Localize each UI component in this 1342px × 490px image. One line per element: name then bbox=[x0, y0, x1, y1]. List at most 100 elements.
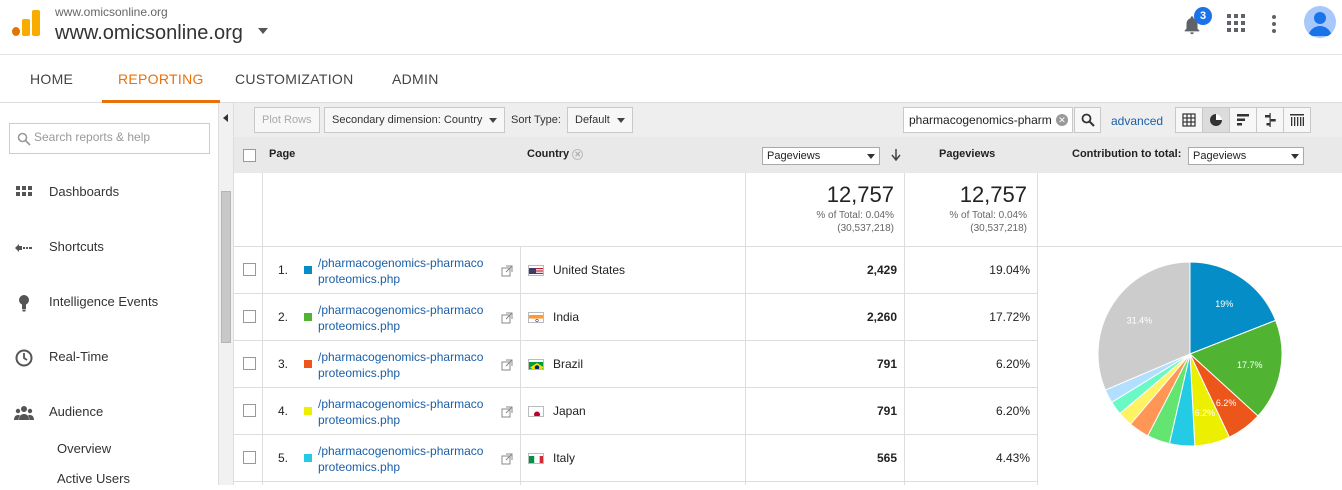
sidebar-subitem-active-users[interactable]: Active Users bbox=[57, 471, 130, 486]
row-checkbox[interactable] bbox=[243, 263, 256, 276]
advanced-filter-link[interactable]: advanced bbox=[1111, 114, 1163, 128]
page-link[interactable]: /pharmacogenomics-pharmaco proteomics.php bbox=[318, 396, 503, 428]
country-name: Brazil bbox=[553, 357, 584, 371]
contribution-pie-chart: 19% 17.7% 6.2% 6.2% 31.4% bbox=[1038, 247, 1342, 485]
view-table-button[interactable] bbox=[1175, 107, 1203, 133]
sidebar-item-intelligence-events[interactable]: Intelligence Events bbox=[0, 283, 218, 323]
tab-home[interactable]: HOME bbox=[30, 55, 73, 103]
sidebar-subitem-overview[interactable]: Overview bbox=[57, 441, 111, 456]
secondary-dimension-label: Secondary dimension: Country bbox=[332, 114, 483, 126]
avatar[interactable] bbox=[1304, 6, 1336, 38]
column-header-page[interactable]: Page bbox=[269, 148, 295, 160]
row-number: 2. bbox=[278, 310, 289, 324]
sort-type-select[interactable]: Default bbox=[567, 107, 633, 133]
analytics-logo-icon[interactable] bbox=[12, 10, 40, 36]
series-color-swatch bbox=[304, 313, 312, 321]
table-row: 3. /pharmacogenomics-pharmaco proteomics.p… bbox=[234, 341, 1038, 388]
sidebar-item-dashboards[interactable]: Dashboards bbox=[0, 173, 218, 213]
column-header-country-label: Country bbox=[527, 148, 570, 160]
collapse-sidebar-icon[interactable] bbox=[223, 114, 228, 122]
search-input[interactable] bbox=[34, 130, 204, 144]
page-link[interactable]: /pharmacogenomics-pharmaco proteomics.php bbox=[318, 443, 503, 475]
filter-search-button[interactable] bbox=[1074, 107, 1101, 133]
plot-rows-button[interactable]: Plot Rows bbox=[254, 107, 320, 133]
contribution-select[interactable]: Pageviews bbox=[1188, 147, 1304, 165]
sidebar-item-label: Intelligence Events bbox=[49, 294, 159, 309]
column-header-country[interactable]: Country ✕ bbox=[527, 148, 584, 160]
chevron-down-icon bbox=[616, 117, 625, 123]
total-pageviews: 12,757 % of Total: 0.04% (30,537,218) bbox=[905, 173, 1027, 247]
total-value: 12,757 bbox=[959, 182, 1027, 207]
page-link-line1: /pharmacogenomics-pharmaco bbox=[318, 397, 484, 411]
br-flag-icon bbox=[528, 359, 544, 370]
main-nav: HOME REPORTING CUSTOMIZATION ADMIN bbox=[0, 55, 1342, 103]
open-external-icon[interactable] bbox=[501, 406, 513, 418]
view-performance-button[interactable] bbox=[1229, 107, 1257, 133]
row-number: 4. bbox=[278, 404, 289, 418]
sidebar-item-audience[interactable]: Audience bbox=[0, 393, 218, 433]
scrollbar-thumb[interactable] bbox=[221, 191, 231, 343]
table-header: Page Country ✕ Pageviews Pageviews Contri… bbox=[234, 137, 1342, 173]
row-checkbox[interactable] bbox=[243, 357, 256, 370]
sort-type-label: Sort Type: bbox=[511, 114, 561, 126]
metric-select-value: Pageviews bbox=[767, 150, 821, 162]
property-selector[interactable]: www.omicsonline.org bbox=[55, 22, 243, 45]
remove-dimension-icon[interactable]: ✕ bbox=[572, 148, 584, 160]
filter-input[interactable] bbox=[909, 113, 1054, 127]
view-pie-button[interactable] bbox=[1202, 107, 1230, 133]
search-icon bbox=[17, 132, 31, 146]
notification-badge[interactable]: 3 bbox=[1194, 7, 1212, 25]
metric-select[interactable]: Pageviews bbox=[762, 147, 880, 165]
tab-customization[interactable]: CUSTOMIZATION bbox=[235, 55, 354, 103]
row-checkbox[interactable] bbox=[243, 310, 256, 323]
table-row: 5. /pharmacogenomics-pharmaco proteomics.p… bbox=[234, 435, 1038, 482]
clear-icon[interactable]: ✕ bbox=[1056, 114, 1068, 126]
row-checkbox[interactable] bbox=[243, 404, 256, 417]
table-row: 2. /pharmacogenomics-pharmaco proteomics.p… bbox=[234, 294, 1038, 341]
view-comparison-button[interactable] bbox=[1256, 107, 1284, 133]
column-divider bbox=[904, 173, 905, 485]
open-external-icon[interactable] bbox=[501, 453, 513, 465]
tab-admin[interactable]: ADMIN bbox=[392, 55, 439, 103]
secondary-dimension-select[interactable]: Secondary dimension: Country bbox=[324, 107, 506, 133]
chevron-down-icon[interactable] bbox=[258, 28, 268, 34]
us-flag-icon bbox=[528, 265, 544, 276]
pivot-view-icon bbox=[1290, 114, 1304, 126]
sidebar-item-real-time[interactable]: Real-Time bbox=[0, 338, 218, 378]
page-link[interactable]: /pharmacogenomics-pharmaco proteomics.php bbox=[318, 302, 503, 334]
open-external-icon[interactable] bbox=[501, 359, 513, 371]
page-link-line1: /pharmacogenomics-pharmaco bbox=[318, 303, 484, 317]
apps-grid-icon[interactable] bbox=[1227, 14, 1245, 32]
account-name: www.omicsonline.org bbox=[55, 5, 168, 19]
pageviews-value: 2,260 bbox=[866, 310, 897, 324]
chevron-down-icon bbox=[867, 154, 875, 159]
page-link-line2: proteomics.php bbox=[318, 366, 401, 380]
page-link[interactable]: /pharmacogenomics-pharmaco proteomics.php bbox=[318, 255, 503, 287]
tab-reporting[interactable]: REPORTING bbox=[102, 55, 220, 103]
column-header-pageviews[interactable]: Pageviews bbox=[939, 148, 995, 160]
sort-type-value: Default bbox=[575, 114, 610, 126]
country-name: Italy bbox=[553, 451, 576, 465]
more-vert-icon[interactable] bbox=[1268, 14, 1280, 34]
sort-descending-icon[interactable] bbox=[891, 149, 901, 161]
select-all-checkbox[interactable] bbox=[243, 149, 256, 162]
pageviews-percent: 17.72% bbox=[989, 310, 1030, 324]
series-color-swatch bbox=[304, 407, 312, 415]
report-search[interactable] bbox=[9, 123, 210, 154]
chevron-down-icon bbox=[1291, 154, 1299, 159]
row-checkbox[interactable] bbox=[243, 451, 256, 464]
pageviews-percent: 4.43% bbox=[995, 451, 1030, 465]
page-link[interactable]: /pharmacogenomics-pharmaco proteomics.php bbox=[318, 349, 503, 381]
view-pivot-button[interactable] bbox=[1283, 107, 1311, 133]
totals-row: 12,757 % of Total: 0.04% (30,537,218) 12… bbox=[234, 173, 1342, 247]
series-color-swatch bbox=[304, 454, 312, 462]
column-divider bbox=[262, 173, 263, 485]
series-color-swatch bbox=[304, 266, 312, 274]
table-row: 4. /pharmacogenomics-pharmaco proteomics.p… bbox=[234, 388, 1038, 435]
sidebar-item-shortcuts[interactable]: Shortcuts bbox=[0, 228, 218, 268]
page-link-line1: /pharmacogenomics-pharmaco bbox=[318, 256, 484, 270]
sidebar-scrollbar[interactable] bbox=[218, 103, 234, 485]
open-external-icon[interactable] bbox=[501, 312, 513, 324]
open-external-icon[interactable] bbox=[501, 265, 513, 277]
table-filter[interactable]: ✕ bbox=[903, 107, 1073, 133]
